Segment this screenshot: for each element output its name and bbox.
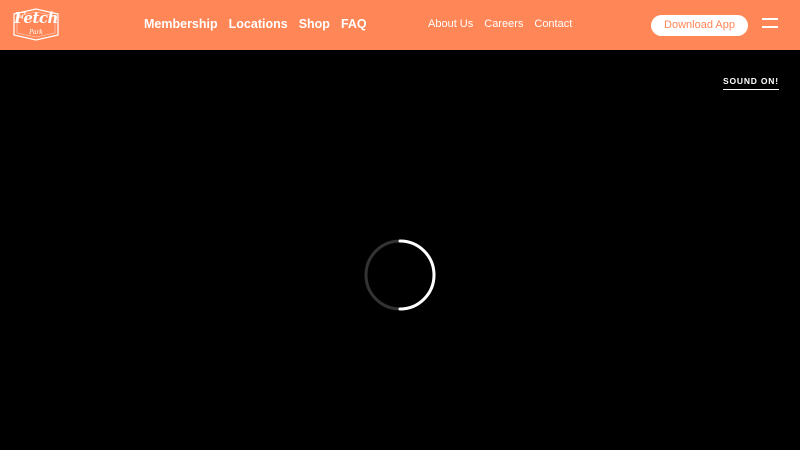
fetch-park-logo[interactable]: Fetch Park <box>12 8 60 41</box>
nav-link-faq[interactable]: FAQ <box>341 16 367 32</box>
menu-line <box>762 26 778 28</box>
menu-line <box>762 18 778 20</box>
main-nav: Membership Locations Shop FAQ <box>144 16 367 32</box>
nav-link-membership[interactable]: Membership <box>144 16 218 32</box>
nav-link-about-us[interactable]: About Us <box>428 17 473 31</box>
logo-title: Fetch <box>14 9 58 27</box>
nav-link-shop[interactable]: Shop <box>299 16 330 32</box>
sound-on-toggle[interactable]: SOUND ON! <box>723 76 779 90</box>
loading-spinner-icon <box>364 239 436 311</box>
site-header: Fetch Park Membership Locations Shop FAQ… <box>0 0 800 50</box>
nav-link-careers[interactable]: Careers <box>484 17 523 31</box>
logo-subtitle: Park <box>29 29 43 36</box>
download-app-button[interactable]: Download App <box>651 15 748 36</box>
secondary-nav: About Us Careers Contact <box>428 17 572 31</box>
nav-link-contact[interactable]: Contact <box>534 17 572 31</box>
nav-link-locations[interactable]: Locations <box>229 16 288 32</box>
hamburger-menu-icon[interactable] <box>762 16 780 32</box>
